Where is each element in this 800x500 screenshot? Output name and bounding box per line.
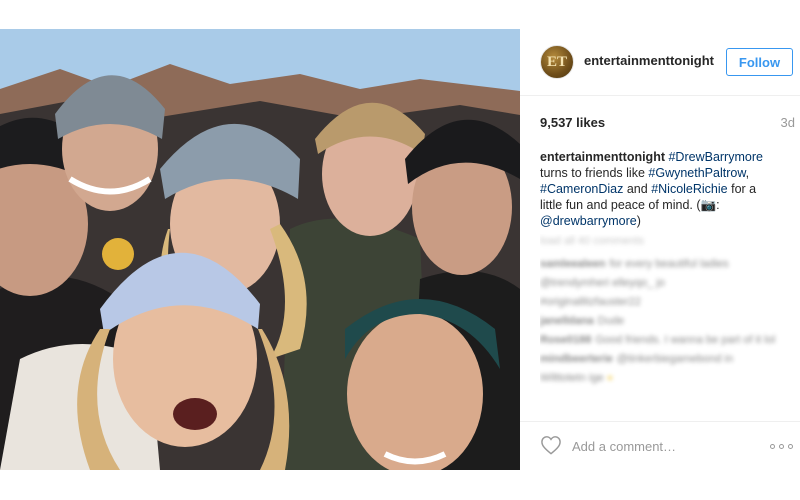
comment-user[interactable]: Rose0188	[540, 334, 591, 346]
hashtag-gwynethpaltrow[interactable]: #GwynethPaltrow	[648, 166, 745, 180]
mention-drewbarrymore[interactable]: @drewbarrymore	[540, 214, 637, 228]
more-options-icon[interactable]	[770, 444, 794, 450]
follow-button[interactable]: Follow	[726, 48, 793, 76]
post-photo[interactable]	[0, 29, 520, 470]
caption-author[interactable]: entertainmenttonight	[540, 150, 665, 164]
caption-text: turns to friends like	[540, 166, 649, 180]
comment-text: Wilttotetn ige	[540, 372, 604, 384]
likes-row: 9,537 likes 3d	[540, 115, 795, 131]
heart-icon[interactable]	[540, 435, 562, 455]
caption-text: and	[623, 182, 652, 196]
caption-text: )	[636, 214, 641, 228]
comment-input[interactable]	[572, 436, 752, 456]
comment-text: #originallitzfauster22	[540, 296, 641, 308]
comments-list: load all 40 comments samleealeen for ever…	[540, 234, 790, 424]
avatar[interactable]: ET	[540, 45, 574, 79]
list-item: @trendymheri elleyqo_ jo	[540, 276, 790, 291]
list-item-text: load all 40 comments	[540, 235, 644, 247]
comment-text: @trendymheri elleyqo_ jo	[540, 277, 665, 289]
list-item: Wilttotetn ige ●	[540, 371, 790, 386]
load-more-comments[interactable]: load all 40 comments	[540, 234, 790, 249]
comment-text: for every beautiful ladies	[609, 258, 729, 270]
hashtag-nicolerichie[interactable]: #NicoleRichie	[651, 182, 727, 196]
comment-user[interactable]: janelldana	[540, 315, 594, 327]
caption-text: ,	[745, 166, 750, 180]
instagram-post: ET entertainmenttonight Follow 9,537 lik…	[0, 0, 800, 500]
group-selfie-image	[0, 29, 520, 470]
post-age[interactable]: 3d	[781, 115, 795, 130]
list-item: Rose0188 Good friends. I wanna be part of…	[540, 333, 790, 348]
post-caption: entertainmenttonight #DrewBarrymore turn…	[540, 149, 780, 229]
comment-footer	[520, 421, 800, 470]
comment-user[interactable]: samleealeen	[540, 258, 605, 270]
camera-icon: 📷	[700, 198, 717, 212]
list-item: #originallitzfauster22	[540, 295, 790, 310]
likes-count[interactable]: 9,537 likes	[540, 115, 605, 130]
comment-text: @tinkerbiegamebond in	[616, 353, 734, 365]
caption-text: :	[716, 198, 720, 212]
list-item: mindbeerterie @tinkerbiegamebond in	[540, 352, 790, 367]
username-link[interactable]: entertainmenttonight	[584, 53, 714, 68]
hashtag-camerondiaz[interactable]: #CameronDiaz	[540, 182, 623, 196]
list-item: samleealeen for every beautiful ladies	[540, 257, 790, 272]
hashtag-drewbarrymore[interactable]: #DrewBarrymore	[668, 150, 762, 164]
comment-text: Good friends. I wanna be part of it lol	[595, 334, 776, 346]
comment-text: Dude	[597, 315, 625, 327]
list-item: janelldana Dude	[540, 314, 790, 329]
post-sidebar: ET entertainmenttonight Follow 9,537 lik…	[520, 29, 800, 470]
comment-user[interactable]: mindbeerterie	[540, 353, 613, 365]
post-header: ET entertainmenttonight Follow	[520, 29, 800, 96]
emoji-icon: ●	[606, 372, 614, 384]
